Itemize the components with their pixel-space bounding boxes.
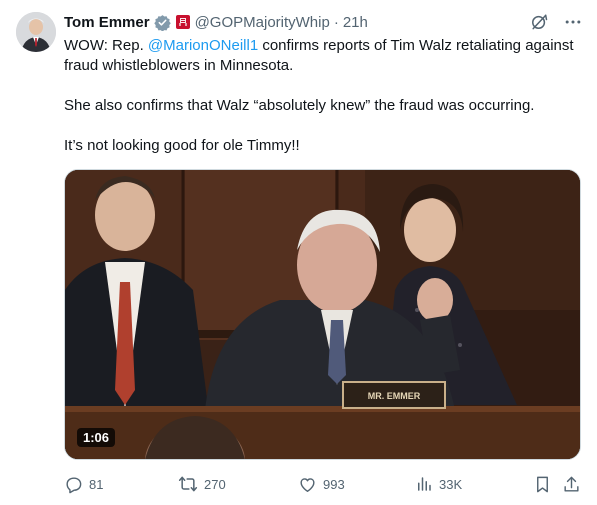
reply-icon	[64, 475, 83, 494]
tweet-action-bar: 81 270 993 33K	[64, 472, 581, 496]
views-icon	[415, 475, 433, 493]
verified-badge-icon[interactable]	[153, 14, 171, 31]
avatar[interactable]	[16, 12, 56, 52]
tweet-text: WOW: Rep. @MarionONeill1 confirms report…	[64, 36, 574, 156]
reply-button[interactable]: 81	[64, 472, 103, 496]
top-actions	[529, 12, 583, 32]
tweet-paragraph-3: It’s not looking good for ole Timmy!!	[64, 137, 300, 154]
tweet-paragraph-2: She also confirms that Walz “absolutely …	[64, 97, 535, 114]
grok-icon[interactable]	[529, 12, 549, 32]
share-button[interactable]	[562, 472, 581, 496]
repost-button[interactable]: 270	[178, 472, 226, 496]
share-icon	[562, 475, 581, 494]
author-handle[interactable]: @GOPMajorityWhip	[195, 14, 330, 31]
author-name[interactable]: Tom Emmer	[64, 14, 150, 31]
bookmark-button[interactable]	[533, 472, 552, 496]
like-count: 993	[323, 476, 345, 492]
more-icon[interactable]	[563, 12, 583, 32]
nameplate-label: MR. EMMER	[368, 391, 421, 401]
reply-count: 81	[89, 476, 104, 492]
mention-link[interactable]: @MarionONeill1	[148, 37, 258, 54]
tweet-header: Tom Emmer @GOPMajorityWhip · 21h	[64, 12, 368, 32]
header-separator: ·	[333, 13, 339, 31]
video-duration: 1:06	[77, 428, 116, 447]
tweet-card[interactable]: Tom Emmer @GOPMajorityWhip · 21h WOW: Re…	[0, 0, 597, 505]
republican-flag-icon[interactable]	[175, 14, 191, 30]
like-icon	[298, 475, 317, 494]
tweet-paragraph-1: WOW: Rep. @MarionONeill1 confirms report…	[64, 37, 574, 74]
views-count: 33K	[439, 476, 463, 492]
tweet-timestamp[interactable]: 21h	[343, 14, 368, 31]
repost-icon	[178, 474, 198, 494]
views-button[interactable]: 33K	[415, 472, 462, 496]
video-player[interactable]: MR. EMMER 1:06	[64, 169, 581, 460]
video-frame: MR. EMMER	[65, 170, 580, 459]
repost-count: 270	[204, 476, 226, 492]
bookmark-icon	[533, 475, 552, 494]
like-button[interactable]: 993	[298, 472, 345, 496]
